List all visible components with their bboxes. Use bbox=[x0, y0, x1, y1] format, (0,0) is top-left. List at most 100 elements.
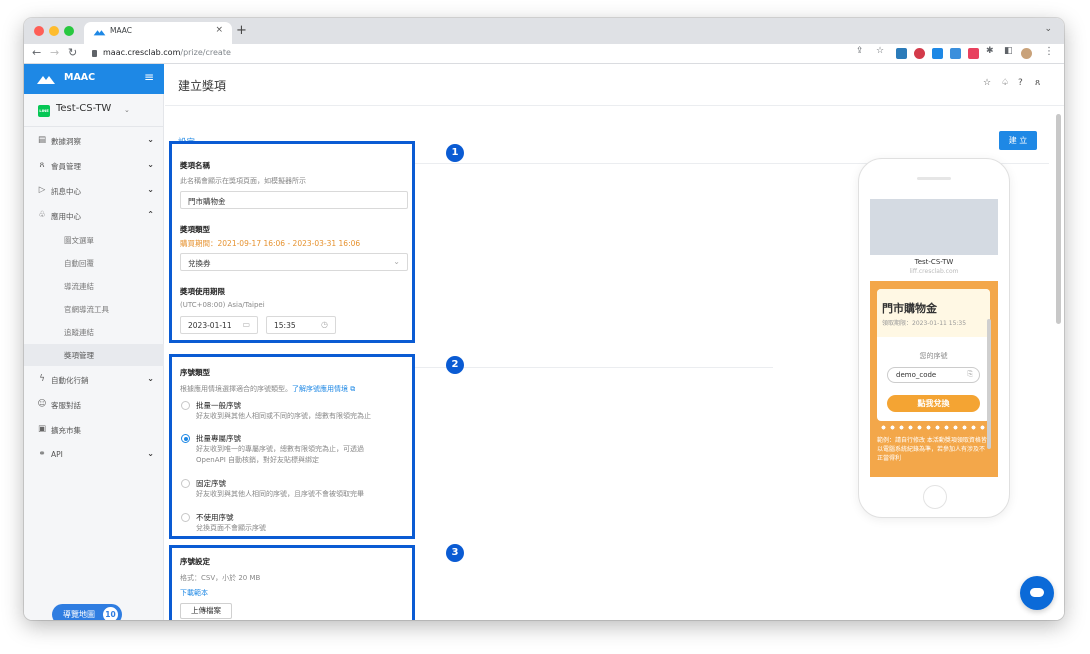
preview-account: Test-CS-TW liff.cresclab.com bbox=[870, 255, 998, 283]
prize-type-select[interactable]: 兌換券 ⌄ bbox=[180, 253, 408, 271]
user-settings-icon[interactable]: ጸ bbox=[1035, 78, 1040, 88]
browser-tab[interactable]: MAAC × bbox=[84, 22, 232, 44]
sidebar-subitem-tracking-link[interactable]: 追蹤連結 bbox=[24, 321, 164, 343]
extension-1-icon[interactable] bbox=[896, 48, 907, 59]
chat-icon bbox=[1030, 588, 1044, 597]
sidebar-item-label: 客服對話 bbox=[51, 401, 81, 410]
back-icon[interactable]: ← bbox=[32, 46, 41, 59]
extension-4-icon[interactable] bbox=[950, 48, 961, 59]
menu-toggle-icon[interactable]: ≡ bbox=[144, 70, 154, 84]
prize-type-label: 獎項類型 bbox=[180, 225, 210, 234]
extension-2-icon[interactable] bbox=[914, 48, 925, 59]
main-content: 建立獎項 ☆ ♤ ? ጸ 設定 建 立 獎項名稱 此名稱會顯示在獎項頁面，如模擬… bbox=[165, 64, 1064, 620]
tab-strip: MAAC × + ⌄ bbox=[24, 18, 1064, 44]
sidebar-item-api[interactable]: ⚭ API ⌄ bbox=[24, 444, 164, 466]
extensions-puzzle-icon[interactable]: ✱ bbox=[986, 46, 994, 56]
new-tab-button[interactable]: + bbox=[236, 23, 247, 38]
close-window-icon[interactable] bbox=[34, 26, 44, 36]
time-picker[interactable]: 15:35 ◷ bbox=[266, 316, 336, 334]
create-button[interactable]: 建 立 bbox=[999, 131, 1037, 150]
brand-bar: MAAC ≡ bbox=[24, 64, 164, 94]
account-switcher[interactable]: LINE Test-CS-TW ⌄ bbox=[36, 100, 156, 122]
chevron-down-icon: ⌄ bbox=[147, 185, 154, 194]
sidebar-panel-icon[interactable]: ◧ bbox=[1004, 46, 1013, 56]
preview-scrollbar bbox=[987, 319, 991, 449]
support-chat-button[interactable] bbox=[1020, 576, 1054, 610]
minimize-window-icon[interactable] bbox=[49, 26, 59, 36]
brand-name: MAAC bbox=[64, 72, 96, 83]
sidebar-subitem-traffic-link[interactable]: 導流連結 bbox=[24, 275, 164, 297]
sidebar-item-label: 會員管理 bbox=[51, 162, 81, 171]
help-icon[interactable]: ? bbox=[1018, 78, 1023, 88]
star-icon[interactable]: ☆ bbox=[983, 78, 991, 88]
send-icon: ▷ bbox=[38, 185, 46, 195]
sidebar-item-customer-chat[interactable]: ☺ 客服對話 bbox=[24, 394, 164, 416]
chevron-down-icon: ⌄ bbox=[147, 374, 154, 383]
pocket-icon[interactable] bbox=[968, 48, 979, 59]
page-scrollbar[interactable] bbox=[1056, 114, 1061, 324]
chevron-down-icon: ⌄ bbox=[393, 257, 400, 266]
serial-type-hint: 根據應用情境選擇適合的序號類型。了解序號應用情境 ⧉ bbox=[180, 384, 355, 394]
tab-close-icon[interactable]: × bbox=[215, 25, 223, 35]
bookmark-star-icon[interactable]: ☆ bbox=[876, 46, 884, 56]
sidebar-item-label: 自動化行銷 bbox=[51, 376, 89, 385]
sidebar-item-analytics[interactable]: ▤ 數據洞察 ⌄ bbox=[24, 130, 164, 152]
lock-icon bbox=[92, 50, 97, 57]
prize-name-hint: 此名稱會顯示在獎項頁面，如模擬器所示 bbox=[180, 177, 306, 185]
date-picker[interactable]: 2023-01-11 ▭ bbox=[180, 316, 258, 334]
prize-name-input[interactable]: 門市購物金 bbox=[180, 191, 408, 209]
sidebar: MAAC ≡ LINE Test-CS-TW ⌄ ▤ 數據洞察 ⌄ ጸ 會員管理… bbox=[24, 64, 164, 620]
maac-logo-icon bbox=[93, 30, 106, 36]
preview-prize-card: 門市購物金 領取期限：2023-01-11 15:35 您的序號 demo_co… bbox=[877, 289, 990, 421]
chevron-down-icon: ⌄ bbox=[147, 160, 154, 169]
radio-batch-exclusive[interactable] bbox=[181, 434, 190, 443]
forward-icon[interactable]: → bbox=[50, 46, 59, 59]
maximize-window-icon[interactable] bbox=[64, 26, 74, 36]
phone-speaker bbox=[917, 177, 951, 180]
app-icon: ♧ bbox=[38, 210, 46, 220]
clock-icon: ◷ bbox=[321, 320, 328, 329]
tab-list-chevron-icon[interactable]: ⌄ bbox=[1044, 24, 1052, 34]
option-desc: 兌換頁面不會顯示序號 bbox=[196, 524, 266, 532]
preview-code-value: demo_code bbox=[896, 371, 937, 379]
sidebar-subitem-web-tool[interactable]: 官網導流工具 bbox=[24, 298, 164, 320]
sidebar-item-apps[interactable]: ♧ 應用中心 ⌃ bbox=[24, 205, 164, 227]
sidebar-subitem-auto-reply[interactable]: 自動回覆 bbox=[24, 252, 164, 274]
guide-map-button[interactable]: 導覽地圖 10 bbox=[52, 604, 122, 620]
divider bbox=[24, 126, 164, 127]
chevron-down-icon: ⌄ bbox=[147, 449, 154, 458]
address-bar: ← → ↻ maac.cresclab.com/prize/create ⇪ ☆… bbox=[24, 44, 1064, 64]
sidebar-item-messages[interactable]: ▷ 訊息中心 ⌄ bbox=[24, 180, 164, 202]
external-link-icon[interactable]: ⧉ bbox=[348, 385, 355, 393]
sidebar-item-automation[interactable]: ϟ 自動化行銷 ⌄ bbox=[24, 369, 164, 391]
option-desc: 好友收到與其他人相同或不同的序號，總數有限領完為止 bbox=[196, 412, 371, 420]
sidebar-item-members[interactable]: ጸ 會員管理 ⌄ bbox=[24, 155, 164, 177]
sidebar-subitem-label: 獎項管理 bbox=[64, 351, 94, 360]
radio-batch-general[interactable] bbox=[181, 401, 190, 410]
sidebar-subitem-label: 官網導流工具 bbox=[64, 305, 109, 314]
browser-menu-icon[interactable]: ⋮ bbox=[1044, 46, 1054, 57]
sidebar-subitem-rich-menu[interactable]: 圖文選單 bbox=[24, 229, 164, 251]
sidebar-subitem-prize-management[interactable]: 獎項管理 bbox=[24, 344, 164, 366]
share-icon[interactable]: ⇪ bbox=[856, 46, 864, 56]
divider bbox=[165, 105, 1064, 106]
store-icon: ▣ bbox=[37, 424, 47, 434]
chart-icon: ▤ bbox=[37, 135, 47, 145]
serial-settings-section: 序號設定 格式：CSV，小於 20 MB 下載範本 上傳檔案 bbox=[169, 545, 415, 620]
profile-avatar[interactable] bbox=[1021, 48, 1032, 59]
extension-3-icon[interactable] bbox=[932, 48, 943, 59]
radio-no-serial[interactable] bbox=[181, 513, 190, 522]
validity-label: 獎項使用期限 bbox=[180, 287, 225, 296]
preview-note: 範例：請自行修改 本活動獎項領取資格皆以電腦系統紀錄為準，若參加人有涉及不正當得… bbox=[877, 437, 987, 462]
bell-icon[interactable]: ♤ bbox=[1001, 78, 1009, 88]
radio-fixed-serial[interactable] bbox=[181, 479, 190, 488]
url-field[interactable]: maac.cresclab.com/prize/create bbox=[103, 48, 231, 57]
reload-icon[interactable]: ↻ bbox=[68, 46, 77, 59]
sidebar-item-marketplace[interactable]: ▣ 擴充市集 bbox=[24, 419, 164, 441]
preview-account-url: liff.cresclab.com bbox=[909, 268, 959, 275]
download-template-link[interactable]: 下載範本 bbox=[180, 588, 208, 598]
upload-file-button[interactable]: 上傳檔案 bbox=[180, 603, 232, 619]
app: MAAC ≡ LINE Test-CS-TW ⌄ ▤ 數據洞察 ⌄ ጸ 會員管理… bbox=[24, 64, 1064, 620]
prize-info-section: 獎項名稱 此名稱會顯示在獎項頁面，如模擬器所示 門市購物金 獎項類型 購買期間：… bbox=[169, 141, 415, 343]
learn-more-link[interactable]: 了解序號應用情境 bbox=[292, 385, 348, 393]
